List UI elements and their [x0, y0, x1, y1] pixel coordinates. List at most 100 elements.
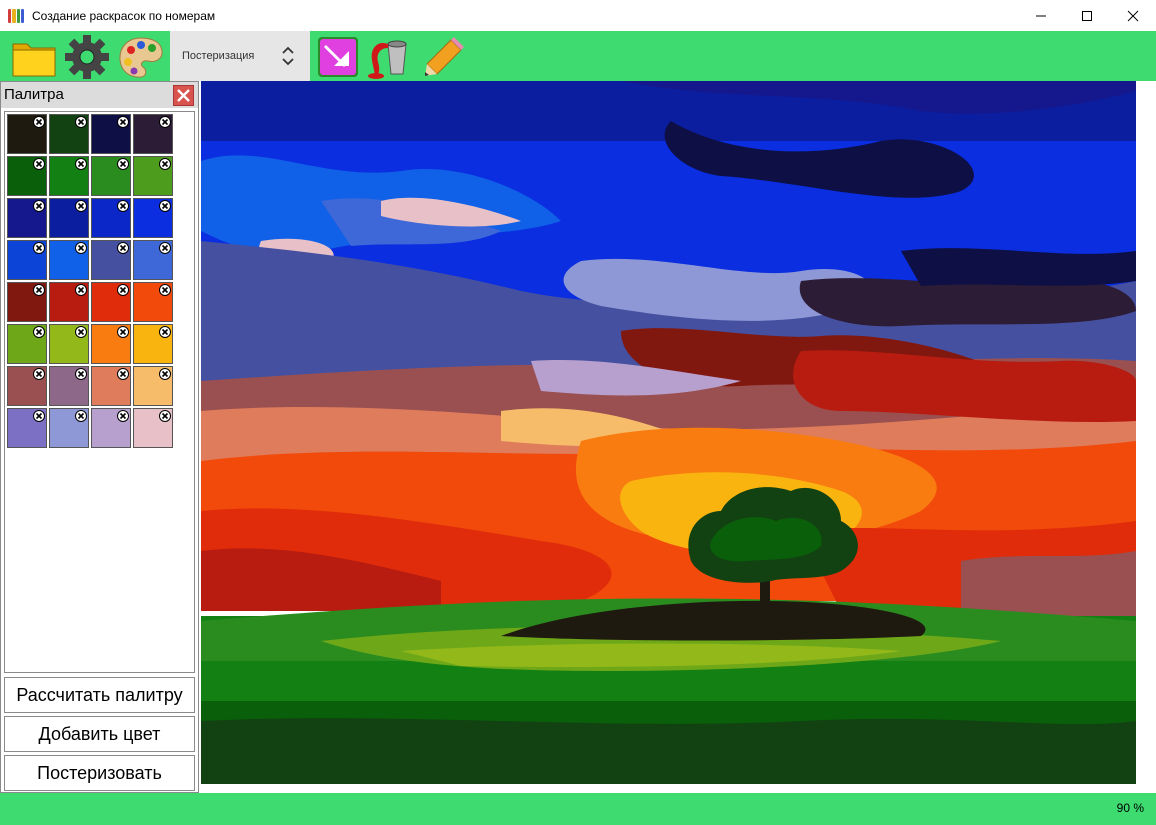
close-icon [177, 89, 190, 102]
scroll-area[interactable] [1137, 81, 1156, 793]
remove-color-icon[interactable] [117, 326, 129, 338]
palette-swatch[interactable] [7, 324, 47, 364]
palette-swatch[interactable] [7, 366, 47, 406]
remove-color-icon[interactable] [159, 158, 171, 170]
app-icon [8, 8, 24, 23]
palette-swatch[interactable] [7, 156, 47, 196]
palette-swatch[interactable] [133, 366, 173, 406]
remove-color-icon[interactable] [33, 200, 45, 212]
palette-swatch[interactable] [91, 198, 131, 238]
palette-swatch[interactable] [91, 366, 131, 406]
remove-color-icon[interactable] [159, 368, 171, 380]
gear-icon [65, 35, 109, 79]
palette-swatch[interactable] [133, 282, 173, 322]
remove-color-icon[interactable] [117, 284, 129, 296]
calculate-palette-button[interactable]: Рассчитать палитру [4, 677, 195, 713]
remove-color-icon[interactable] [117, 158, 129, 170]
remove-color-icon[interactable] [75, 284, 87, 296]
remove-color-icon[interactable] [33, 116, 45, 128]
remove-color-icon[interactable] [117, 368, 129, 380]
palette-swatch[interactable] [91, 156, 131, 196]
palette-swatch[interactable] [91, 408, 131, 448]
updown-chevron-icon [282, 46, 294, 66]
paint-bucket-icon [368, 40, 407, 79]
pencil-icon [425, 37, 464, 76]
remove-color-icon[interactable] [117, 242, 129, 254]
palette-swatch[interactable] [7, 114, 47, 154]
close-icon [1127, 10, 1139, 21]
pointer-tool-button[interactable] [316, 34, 362, 80]
palette-swatch[interactable] [133, 240, 173, 280]
palette-swatch[interactable] [49, 156, 89, 196]
mode-select[interactable]: Постеризация [170, 31, 310, 81]
palette-title: Палитра [4, 86, 64, 103]
minimize-icon [1036, 15, 1046, 16]
minimize-button[interactable] [1018, 0, 1064, 31]
palette-header: Палитра [1, 82, 198, 108]
remove-color-icon[interactable] [75, 326, 87, 338]
palette-swatch[interactable] [49, 366, 89, 406]
open-file-button[interactable] [10, 34, 56, 80]
palette-swatch[interactable] [133, 324, 173, 364]
remove-color-icon[interactable] [159, 116, 171, 128]
remove-color-icon[interactable] [159, 200, 171, 212]
add-color-button[interactable]: Добавить цвет [4, 716, 195, 752]
palette-swatch[interactable] [7, 282, 47, 322]
posterize-button[interactable]: Постеризовать [4, 755, 195, 791]
pencil-tool-button[interactable] [421, 34, 467, 80]
remove-color-icon[interactable] [75, 368, 87, 380]
status-bar: 90 % [0, 793, 1156, 825]
toolbar: Постеризация [0, 31, 1156, 81]
palette-swatch[interactable] [133, 156, 173, 196]
canvas-area [199, 81, 1156, 793]
remove-color-icon[interactable] [159, 242, 171, 254]
remove-color-icon[interactable] [159, 284, 171, 296]
remove-color-icon[interactable] [117, 116, 129, 128]
remove-color-icon[interactable] [33, 284, 45, 296]
palette-swatch[interactable] [133, 114, 173, 154]
window-controls [1018, 0, 1156, 31]
remove-color-icon[interactable] [75, 200, 87, 212]
palette-swatch[interactable] [7, 240, 47, 280]
settings-button[interactable] [64, 34, 110, 80]
palette-swatch[interactable] [91, 114, 131, 154]
maximize-icon [1082, 10, 1092, 21]
palette-swatch[interactable] [49, 240, 89, 280]
remove-color-icon[interactable] [33, 410, 45, 422]
remove-color-icon[interactable] [75, 116, 87, 128]
palette-swatch[interactable] [49, 324, 89, 364]
palette-swatch[interactable] [49, 198, 89, 238]
palette-swatch[interactable] [49, 282, 89, 322]
posterized-image[interactable] [201, 81, 1136, 784]
remove-color-icon[interactable] [33, 326, 45, 338]
remove-color-icon[interactable] [33, 242, 45, 254]
remove-color-icon[interactable] [117, 200, 129, 212]
palette-swatch[interactable] [133, 408, 173, 448]
remove-color-icon[interactable] [117, 410, 129, 422]
palette-swatch[interactable] [49, 114, 89, 154]
palette-close-button[interactable] [173, 85, 194, 106]
fill-tool-button[interactable] [366, 34, 412, 80]
palette-swatch[interactable] [49, 408, 89, 448]
remove-color-icon[interactable] [159, 326, 171, 338]
remove-color-icon[interactable] [75, 158, 87, 170]
zoom-level: 90 % [1116, 801, 1144, 815]
palette-panel: Палитра Рассчитать палитру Добавить цвет… [0, 81, 199, 793]
palette-swatch[interactable] [133, 198, 173, 238]
close-window-button[interactable] [1110, 0, 1156, 31]
palette-button[interactable] [117, 34, 163, 80]
remove-color-icon[interactable] [33, 158, 45, 170]
mode-select-value: Постеризация [182, 50, 255, 62]
remove-color-icon[interactable] [159, 410, 171, 422]
title-bar: Создание раскрасок по номерам [0, 0, 1156, 31]
palette-swatch[interactable] [7, 408, 47, 448]
palette-swatch[interactable] [91, 324, 131, 364]
remove-color-icon[interactable] [75, 242, 87, 254]
folder-icon [12, 43, 56, 77]
palette-swatch[interactable] [7, 198, 47, 238]
remove-color-icon[interactable] [33, 368, 45, 380]
remove-color-icon[interactable] [75, 410, 87, 422]
palette-swatch[interactable] [91, 240, 131, 280]
maximize-button[interactable] [1064, 0, 1110, 31]
palette-swatch[interactable] [91, 282, 131, 322]
